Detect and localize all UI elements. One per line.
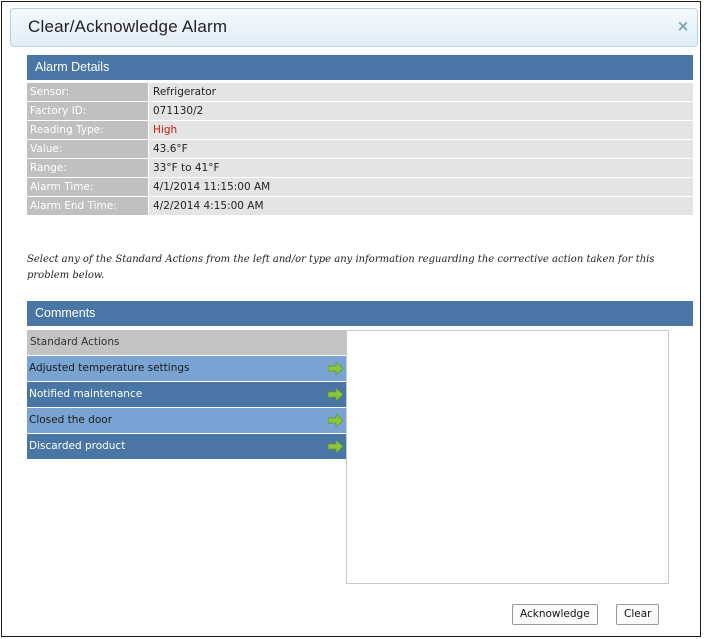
detail-label: Alarm End Time: [27,197,148,215]
detail-label: Range: [27,159,148,177]
detail-label: Value: [27,140,148,158]
standard-action-label: Discarded product [29,440,126,452]
instructions-text: Select any of the Standard Actions from … [27,254,655,281]
detail-row-alarm-end-time: Alarm End Time: 4/2/2014 4:15:00 AM [27,197,693,215]
detail-value: 4/2/2014 4:15:00 AM [148,197,693,215]
detail-value: 4/1/2014 11:15:00 AM [148,178,693,196]
standard-action-label: Adjusted temperature settings [29,362,190,374]
comment-textarea[interactable] [346,330,669,584]
standard-action-item[interactable]: Notified maintenance [27,382,346,407]
detail-value: 071130/2 [148,102,693,120]
detail-label: Reading Type: [27,121,148,139]
detail-row-value: Value: 43.6°F [27,140,693,158]
detail-value: Refrigerator [148,83,693,101]
comments-header: Comments [27,301,693,326]
close-icon[interactable]: × [675,18,691,34]
detail-row-sensor: Sensor: Refrigerator [27,83,693,101]
alarm-details-header: Alarm Details [27,55,693,80]
detail-label: Alarm Time: [27,178,148,196]
detail-value: 43.6°F [148,140,693,158]
standard-action-item[interactable]: Closed the door [27,408,346,433]
standard-actions-heading: Standard Actions [27,330,346,355]
clear-button[interactable]: Clear [616,604,660,625]
standard-actions-list: Standard Actions Adjusted temperature se… [27,330,346,459]
standard-action-label: Closed the door [29,414,113,426]
dialog-title: Clear/Acknowledge Alarm [28,17,228,36]
alarm-details-table: Sensor: Refrigerator Factory ID: 071130/… [27,83,693,216]
standard-action-item[interactable]: Discarded product [27,434,346,459]
standard-action-item[interactable]: Adjusted temperature settings [27,356,346,381]
detail-row-factory-id: Factory ID: 071130/2 [27,102,693,120]
detail-row-range: Range: 33°F to 41°F [27,159,693,177]
detail-value: 33°F to 41°F [148,159,693,177]
standard-action-label: Notified maintenance [29,388,143,400]
detail-value-alert: High [148,121,693,139]
green-arrow-icon[interactable] [328,388,343,401]
detail-row-reading-type: Reading Type: High [27,121,693,139]
detail-label: Factory ID: [27,102,148,120]
dialog-titlebar: Clear/Acknowledge Alarm × [10,8,698,47]
acknowledge-button[interactable]: Acknowledge [512,604,598,625]
detail-label: Sensor: [27,83,148,101]
clear-acknowledge-alarm-dialog: Clear/Acknowledge Alarm × Alarm Details … [1,1,701,637]
green-arrow-icon[interactable] [328,414,343,427]
green-arrow-icon[interactable] [328,362,343,375]
green-arrow-icon[interactable] [328,440,343,453]
detail-row-alarm-time: Alarm Time: 4/1/2014 11:15:00 AM [27,178,693,196]
